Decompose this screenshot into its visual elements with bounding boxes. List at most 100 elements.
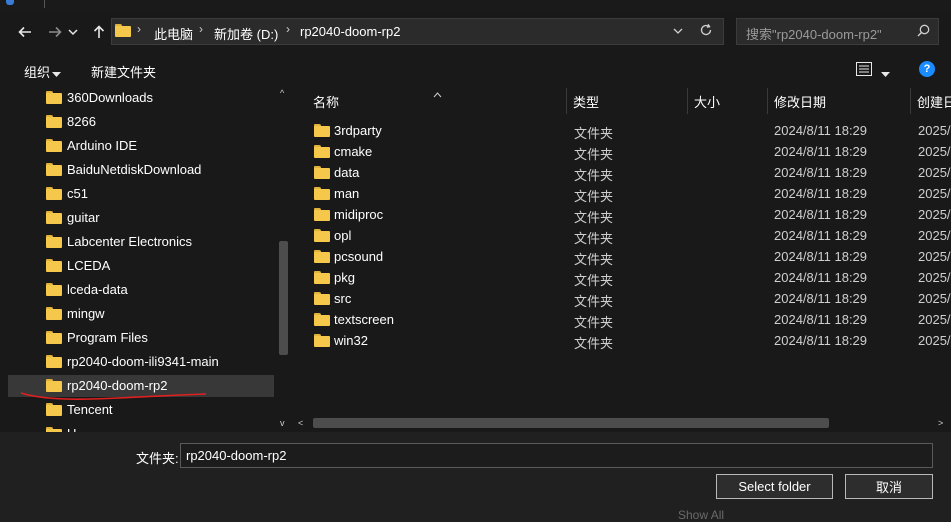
column-divider[interactable] bbox=[687, 88, 688, 114]
sidebar-item-label: Program Files bbox=[67, 330, 148, 345]
folder-icon bbox=[46, 283, 62, 296]
row-name: pcsound bbox=[334, 249, 384, 264]
row-created: 2025/ bbox=[918, 312, 951, 327]
nav-scroll-thumb[interactable] bbox=[279, 241, 288, 355]
table-row[interactable]: pkg 文件夹 2024/8/11 18:29 2025/ bbox=[300, 266, 951, 288]
sidebar-item[interactable]: mingw bbox=[8, 303, 274, 325]
chevron-right-icon[interactable]: › bbox=[286, 22, 290, 36]
folder-icon bbox=[314, 292, 330, 305]
column-header-name[interactable]: 名称 bbox=[313, 92, 339, 111]
row-modified: 2024/8/11 18:29 bbox=[774, 333, 868, 348]
divider bbox=[44, 0, 45, 8]
sidebar-item[interactable]: LCEDA bbox=[8, 255, 274, 277]
folder-icon bbox=[314, 334, 330, 347]
folder-icon bbox=[46, 235, 62, 248]
sidebar-item[interactable]: U bbox=[8, 423, 274, 432]
sidebar-item-label: c51 bbox=[67, 186, 88, 201]
up-arrow-icon[interactable] bbox=[88, 21, 110, 43]
table-row[interactable]: man 文件夹 2024/8/11 18:29 2025/ bbox=[300, 182, 951, 204]
search-icon[interactable] bbox=[917, 24, 930, 40]
chevron-down-icon[interactable] bbox=[66, 21, 80, 43]
sidebar-item[interactable]: Program Files bbox=[8, 327, 274, 349]
sidebar-item[interactable]: 360Downloads bbox=[8, 87, 274, 109]
table-row[interactable]: cmake 文件夹 2024/8/11 18:29 2025/ bbox=[300, 140, 951, 162]
app-icon bbox=[6, 0, 14, 5]
chevron-right-icon[interactable]: › bbox=[199, 22, 203, 36]
column-divider[interactable] bbox=[910, 88, 911, 114]
sidebar-item[interactable]: lceda-data bbox=[8, 279, 274, 301]
row-created: 2025/ bbox=[918, 123, 951, 138]
sidebar-item-label: guitar bbox=[67, 210, 100, 225]
row-modified: 2024/8/11 18:29 bbox=[774, 207, 868, 222]
new-folder-button[interactable]: 新建文件夹 bbox=[91, 62, 156, 81]
sidebar-item-label: lceda-data bbox=[67, 282, 128, 297]
sidebar-item[interactable]: guitar bbox=[8, 207, 274, 229]
red-underline-annotation bbox=[20, 392, 207, 400]
organize-button[interactable]: 组织 bbox=[24, 62, 50, 81]
sidebar-item[interactable]: Labcenter Electronics bbox=[8, 231, 274, 253]
back-arrow-icon[interactable] bbox=[14, 21, 36, 43]
select-folder-button[interactable]: Select folder bbox=[716, 474, 833, 499]
sidebar-item[interactable]: Arduino IDE bbox=[8, 135, 274, 157]
row-name: man bbox=[334, 186, 360, 201]
sidebar-item[interactable]: BaiduNetdiskDownload bbox=[8, 159, 274, 181]
chevron-down-icon[interactable] bbox=[881, 66, 890, 81]
refresh-icon[interactable] bbox=[699, 23, 713, 40]
sidebar-item[interactable]: Tencent bbox=[8, 399, 274, 421]
sidebar-item[interactable]: rp2040-doom-ili9341-main bbox=[8, 351, 274, 373]
sidebar-item-label: BaiduNetdiskDownload bbox=[67, 162, 202, 177]
row-created: 2025/ bbox=[918, 249, 951, 264]
table-row[interactable]: pcsound 文件夹 2024/8/11 18:29 2025/ bbox=[300, 245, 951, 267]
column-header-row: 名称 类型 大小 修改日期 创建日 bbox=[292, 86, 951, 114]
help-icon[interactable]: ? bbox=[919, 61, 935, 77]
scroll-down-icon[interactable]: v bbox=[280, 418, 285, 428]
row-created: 2025/ bbox=[918, 186, 951, 201]
column-divider[interactable] bbox=[566, 88, 567, 114]
table-row[interactable]: win32 文件夹 2024/8/11 18:29 2025/ bbox=[300, 329, 951, 351]
table-row[interactable]: opl 文件夹 2024/8/11 18:29 2025/ bbox=[300, 224, 951, 246]
row-created: 2025/ bbox=[918, 333, 951, 348]
folder-icon bbox=[314, 187, 330, 200]
row-modified: 2024/8/11 18:29 bbox=[774, 165, 868, 180]
folder-icon bbox=[46, 91, 62, 104]
column-header-created[interactable]: 创建日 bbox=[917, 92, 951, 111]
column-header-type[interactable]: 类型 bbox=[573, 92, 599, 111]
scroll-up-icon[interactable]: ^ bbox=[280, 88, 284, 98]
folder-icon bbox=[46, 139, 62, 152]
scroll-right-icon[interactable]: > bbox=[938, 418, 943, 428]
search-placeholder[interactable]: 搜索"rp2040-doom-rp2" bbox=[746, 24, 882, 43]
row-modified: 2024/8/11 18:29 bbox=[774, 312, 868, 327]
folder-icon bbox=[46, 259, 62, 272]
folder-field[interactable] bbox=[180, 443, 933, 468]
folder-icon bbox=[46, 307, 62, 320]
folder-icon bbox=[115, 24, 131, 37]
breadcrumb-current-folder[interactable]: rp2040-doom-rp2 bbox=[300, 24, 400, 39]
table-row[interactable]: midiproc 文件夹 2024/8/11 18:29 2025/ bbox=[300, 203, 951, 225]
folder-icon bbox=[46, 115, 62, 128]
column-header-size[interactable]: 大小 bbox=[694, 92, 720, 111]
table-row[interactable]: textscreen 文件夹 2024/8/11 18:29 2025/ bbox=[300, 308, 951, 330]
breadcrumb-this-pc[interactable]: 此电脑 bbox=[154, 24, 193, 43]
view-menu-icon[interactable] bbox=[856, 62, 872, 79]
forward-arrow-icon[interactable] bbox=[44, 21, 66, 43]
sidebar-item-label: Labcenter Electronics bbox=[67, 234, 193, 249]
chevron-down-icon[interactable] bbox=[52, 66, 61, 81]
row-type: 文件夹 bbox=[574, 336, 614, 351]
horizontal-scroll-thumb[interactable] bbox=[313, 418, 829, 428]
table-row[interactable]: src 文件夹 2024/8/11 18:29 2025/ bbox=[300, 287, 951, 309]
table-row[interactable]: 3rdparty 文件夹 2024/8/11 18:29 2025/ bbox=[300, 119, 951, 141]
table-row[interactable]: data 文件夹 2024/8/11 18:29 2025/ bbox=[300, 161, 951, 183]
scroll-left-icon[interactable]: < bbox=[298, 418, 303, 428]
row-created: 2025/ bbox=[918, 207, 951, 222]
column-header-modified[interactable]: 修改日期 bbox=[774, 92, 826, 111]
sidebar-item[interactable]: c51 bbox=[8, 183, 274, 205]
sidebar-item[interactable]: 8266 bbox=[8, 111, 274, 133]
folder-icon bbox=[314, 124, 330, 137]
breadcrumb-drive[interactable]: 新加卷 (D:) bbox=[214, 24, 278, 43]
row-modified: 2024/8/11 18:29 bbox=[774, 291, 868, 306]
cancel-button[interactable]: 取消 bbox=[845, 474, 933, 499]
chevron-down-icon[interactable] bbox=[673, 24, 683, 39]
column-divider[interactable] bbox=[767, 88, 768, 114]
row-modified: 2024/8/11 18:29 bbox=[774, 270, 868, 285]
folder-icon bbox=[314, 313, 330, 326]
